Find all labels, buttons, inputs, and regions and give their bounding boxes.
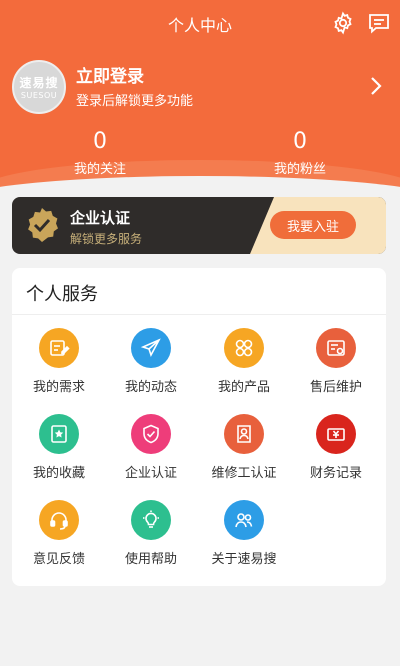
headset-icon — [50, 512, 68, 530]
gear-icon — [334, 11, 352, 35]
service-icon-bg — [316, 414, 356, 454]
service-help[interactable]: 使用帮助 — [103, 500, 199, 567]
avatar-logo-text: 速易搜 — [19, 76, 59, 90]
service-my-products[interactable]: 我的产品 — [196, 328, 292, 395]
service-icon-bg — [39, 328, 79, 368]
login-link[interactable]: 立即登录 — [76, 62, 144, 87]
service-label: 我的收藏 — [32, 466, 85, 481]
certified-badge-icon — [28, 208, 58, 242]
service-about[interactable]: 关于速易搜 — [196, 500, 292, 567]
service-icon-bg — [39, 414, 79, 454]
login-subtitle: 登录后解锁更多功能 — [76, 94, 194, 109]
service-finance-records[interactable]: 财务记录 — [288, 414, 384, 481]
service-icon-bg — [131, 500, 171, 540]
service-after-sales[interactable]: 售后维护 — [288, 328, 384, 395]
service-label: 我的产品 — [217, 380, 270, 395]
followers-stat[interactable]: 0 我的粉丝 — [240, 128, 360, 177]
shield-check-icon — [143, 424, 159, 444]
service-enterprise-certification[interactable]: 企业认证 — [103, 414, 199, 481]
chevron-right-icon[interactable] — [366, 74, 386, 98]
settings-button[interactable] — [330, 10, 356, 36]
service-icon-bg — [224, 414, 264, 454]
followers-label: 我的粉丝 — [273, 162, 326, 177]
following-count: 0 — [93, 129, 107, 154]
service-label: 使用帮助 — [124, 552, 177, 567]
service-label: 关于速易搜 — [211, 552, 277, 567]
service-icon-bg — [224, 328, 264, 368]
enterprise-title: 企业认证 — [70, 209, 131, 227]
repairman-icon — [237, 425, 251, 443]
following-label: 我的关注 — [73, 162, 126, 177]
finance-icon — [327, 428, 345, 441]
enterprise-certification-banner[interactable]: 企业认证 解锁更多服务 我要入驻 — [12, 197, 386, 254]
service-label: 维修工认证 — [211, 466, 277, 481]
message-icon — [369, 14, 389, 34]
service-label: 我的动态 — [124, 380, 177, 395]
following-stat[interactable]: 0 我的关注 — [40, 128, 160, 177]
product-grid-icon — [235, 339, 253, 357]
service-label: 意见反馈 — [32, 552, 85, 567]
avatar-logo-subtext: SUESOU — [20, 91, 58, 100]
service-label: 财务记录 — [309, 466, 362, 481]
service-label: 企业认证 — [124, 466, 177, 481]
paper-plane-icon — [140, 338, 161, 358]
service-label: 我的需求 — [32, 380, 85, 395]
edit-icon — [50, 340, 70, 356]
people-icon — [235, 513, 253, 528]
avatar[interactable]: 速易搜 SUESOU — [12, 60, 66, 114]
service-my-needs[interactable]: 我的需求 — [11, 328, 107, 395]
enterprise-subtitle: 解锁更多服务 — [70, 232, 143, 246]
service-my-posts[interactable]: 我的动态 — [103, 328, 199, 395]
followers-count: 0 — [293, 129, 307, 154]
service-repairman-certification[interactable]: 维修工认证 — [196, 414, 292, 481]
service-my-favorites[interactable]: 我的收藏 — [11, 414, 107, 481]
service-icon-bg — [224, 500, 264, 540]
star-bookmark-icon — [51, 425, 67, 443]
join-button[interactable]: 我要入驻 — [270, 211, 356, 239]
service-icon-bg — [39, 500, 79, 540]
messages-button[interactable] — [366, 10, 392, 36]
services-title: 个人服务 — [26, 284, 98, 305]
divider — [12, 314, 386, 315]
service-card-icon — [327, 340, 345, 356]
lightbulb-icon — [143, 510, 159, 528]
personal-services-card: 个人服务 我的需求 我的动态 我的产品 售后维护 我的收藏 企业认证 维修工认证… — [12, 268, 386, 586]
service-icon-bg — [316, 328, 356, 368]
service-label: 售后维护 — [309, 380, 362, 395]
service-feedback[interactable]: 意见反馈 — [11, 500, 107, 567]
service-icon-bg — [131, 414, 171, 454]
service-icon-bg — [131, 328, 171, 368]
